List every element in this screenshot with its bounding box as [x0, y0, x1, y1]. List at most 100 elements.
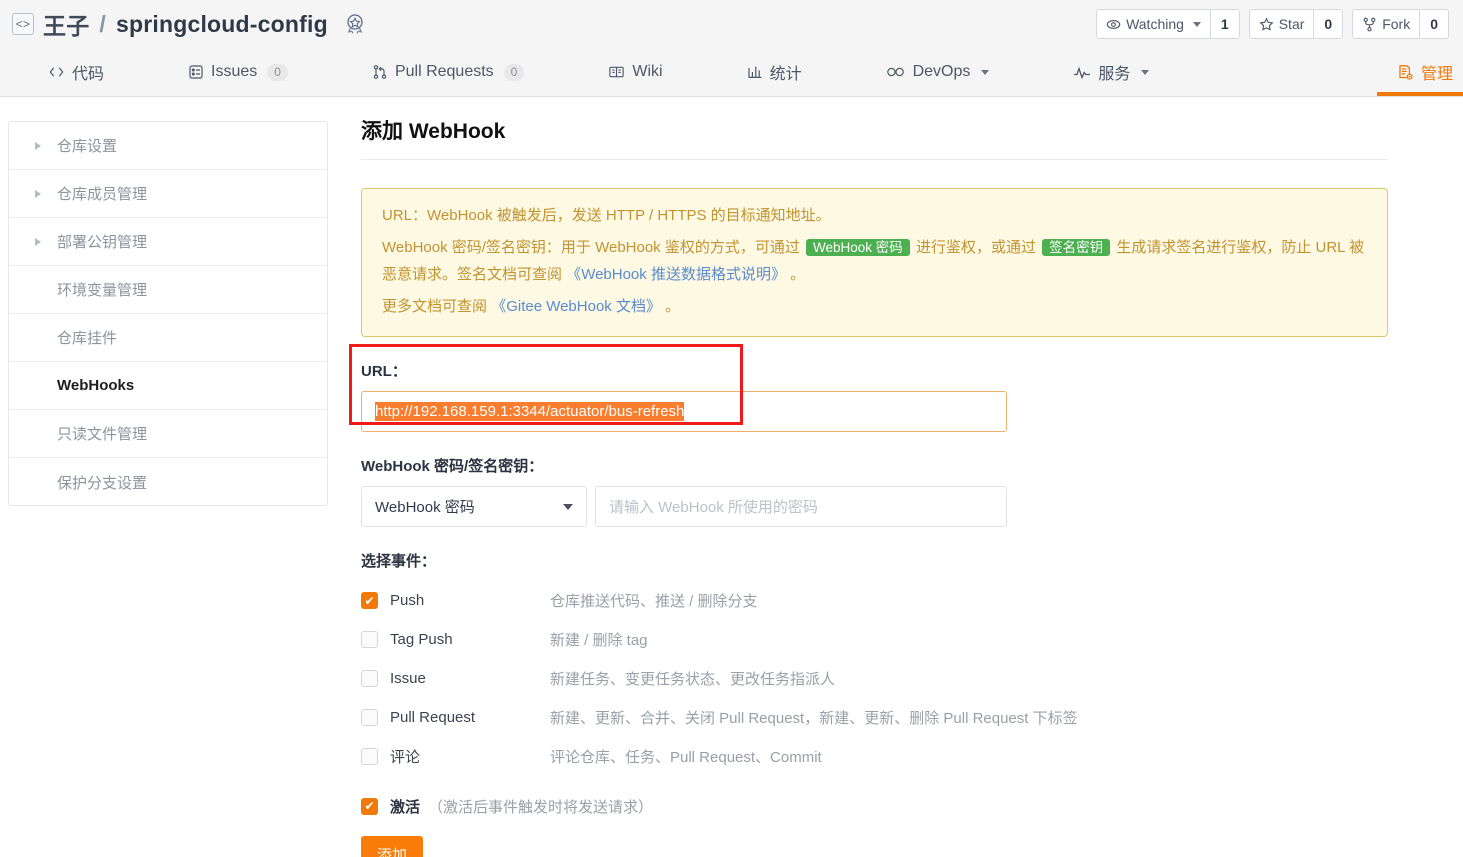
nav-tab-issues-count: 0: [267, 63, 288, 81]
star-button-group[interactable]: Star 0: [1248, 9, 1344, 39]
notice-line-3-part-a: 更多文档可查阅: [382, 297, 488, 315]
event-name: 评论: [390, 749, 421, 766]
notice-line-2-part-b: 进行鉴权，或通过: [915, 239, 1036, 257]
book-icon: [608, 64, 625, 80]
nav-tab-issues[interactable]: Issues 0: [178, 48, 298, 96]
sidebar-item-repo-settings[interactable]: 仓库设置: [9, 122, 327, 170]
url-input-value: http://192.168.159.1:3344/actuator/bus-r…: [375, 402, 685, 421]
sidebar-item-label: 保护分支设置: [57, 474, 148, 492]
events-label: 选择事件：: [361, 553, 437, 570]
issue-list-icon: [188, 64, 204, 80]
nav-tab-devops[interactable]: DevOps: [876, 48, 1000, 96]
event-desc: 新建 / 删除 tag: [550, 632, 648, 649]
webhook-help-notice: URL：WebHook 被触发后，发送 HTTP / HTTPS 的目标通知地址…: [361, 188, 1388, 337]
event-desc: 新建任务、变更任务状态、更改任务指派人: [550, 671, 836, 688]
checkbox-issue[interactable]: [361, 670, 378, 687]
infinity-icon: [886, 65, 906, 79]
secret-type-select[interactable]: WebHook 密码: [361, 486, 587, 527]
sidebar-item-readonly-files[interactable]: 只读文件管理: [9, 410, 327, 458]
chevron-right-icon: [35, 237, 41, 246]
nav-tab-wiki-label: Wiki: [632, 63, 663, 80]
nav-tab-statistics[interactable]: 统计: [737, 48, 812, 96]
add-webhook-button[interactable]: 添加: [361, 836, 423, 857]
chevron-down-icon: [1192, 21, 1201, 27]
repo-header: <> 王子 / springcloud-config Watching 1 St…: [0, 0, 1463, 48]
checkbox-pull-request[interactable]: [361, 709, 378, 726]
repo-owner-link[interactable]: 王子: [43, 7, 89, 41]
settings-sidebar: 仓库设置 仓库成员管理 部署公钥管理 环境变量管理 仓库挂件 WebHooks: [8, 121, 328, 506]
page-title: 添加 WebHook: [361, 115, 1388, 160]
nav-tab-statistics-label: 统计: [769, 66, 802, 83]
webhook-password-badge: WebHook 密码: [806, 239, 910, 257]
activate-row[interactable]: ✔ 激活 （激活后事件触发时将发送请求）: [361, 784, 1388, 828]
secret-type-value: WebHook 密码: [375, 499, 475, 516]
watch-button-group[interactable]: Watching 1: [1096, 9, 1240, 39]
url-input[interactable]: http://192.168.159.1:3344/actuator/bus-r…: [361, 391, 1007, 432]
sidebar-item-protected-branches[interactable]: 保护分支设置: [9, 458, 327, 506]
notice-line-2-part-a: WebHook 密码/签名密钥：用于 WebHook 鉴权的方式，可通过: [382, 239, 800, 257]
document-gear-icon: [1397, 64, 1414, 81]
chevron-down-icon: [981, 69, 990, 75]
sidebar-item-webhooks[interactable]: WebHooks: [9, 362, 327, 410]
code-brackets-icon: [48, 64, 65, 80]
sidebar-item-widgets[interactable]: 仓库挂件: [9, 314, 327, 362]
gitee-webhook-doc-link[interactable]: 《Gitee WebHook 文档》: [491, 298, 661, 315]
event-name: Pull Request: [390, 709, 476, 726]
star-button[interactable]: Star: [1250, 10, 1314, 38]
sidebar-item-label: 仓库设置: [57, 138, 118, 155]
push-data-format-link[interactable]: 《WebHook 推送数据格式说明》: [566, 266, 786, 283]
event-row-issue[interactable]: Issue 新建任务、变更任务状态、更改任务指派人: [361, 659, 1388, 698]
nav-tab-code[interactable]: 代码: [38, 48, 114, 96]
star-icon: [1259, 16, 1274, 31]
sidebar-item-label: 部署公钥管理: [57, 234, 148, 251]
nav-tab-devops-label: DevOps: [912, 63, 971, 80]
nav-tab-manage[interactable]: 管理: [1376, 48, 1463, 96]
event-name: Issue: [390, 670, 426, 687]
nav-tab-wiki[interactable]: Wiki: [598, 48, 672, 96]
repo-nav: 代码 Issues 0 Pull Requests 0 Wiki 统计 DevO…: [0, 48, 1463, 97]
sidebar-item-label: WebHooks: [57, 377, 135, 394]
event-row-tag-push[interactable]: Tag Push 新建 / 删除 tag: [361, 620, 1388, 659]
watch-count: 1: [1209, 10, 1239, 38]
page-content: 仓库设置 仓库成员管理 部署公钥管理 环境变量管理 仓库挂件 WebHooks: [0, 97, 1463, 857]
event-row-comment[interactable]: 评论 评论仓库、任务、Pull Request、Commit: [361, 737, 1388, 776]
main-panel: 添加 WebHook URL：WebHook 被触发后，发送 HTTP / HT…: [328, 97, 1463, 857]
chevron-down-icon: [1141, 69, 1150, 75]
chevron-right-icon: [35, 189, 41, 198]
sidebar-item-members[interactable]: 仓库成员管理: [9, 170, 327, 218]
chart-bar-icon: [747, 64, 763, 80]
event-desc: 评论仓库、任务、Pull Request、Commit: [550, 749, 822, 766]
fork-count: 0: [1419, 10, 1448, 38]
activate-label: 激活: [390, 798, 421, 816]
fork-icon: [1363, 17, 1376, 31]
nav-tab-pull-requests-label: Pull Requests: [394, 63, 494, 80]
nav-tab-pull-requests[interactable]: Pull Requests 0: [362, 48, 534, 96]
event-name: Tag Push: [390, 631, 453, 648]
checkbox-push[interactable]: ✔: [361, 592, 378, 609]
sidebar-item-label: 仓库成员管理: [57, 186, 148, 203]
sidebar-item-deploy-keys[interactable]: 部署公钥管理: [9, 218, 327, 266]
watch-label: Watching: [1126, 16, 1184, 32]
secret-field-label: WebHook 密码/签名密钥：: [361, 458, 544, 475]
notice-line-3: 更多文档可查阅 《Gitee WebHook 文档》 。: [382, 294, 1367, 320]
fork-button[interactable]: Fork: [1353, 10, 1419, 38]
nav-tab-services-label: 服务: [1098, 66, 1131, 83]
event-row-pull-request[interactable]: Pull Request 新建、更新、合并、关闭 Pull Request，新建…: [361, 698, 1388, 737]
secret-value-input[interactable]: 请输入 WebHook 所使用的密码: [595, 486, 1007, 527]
sidebar-item-env-variables[interactable]: 环境变量管理: [9, 266, 327, 314]
star-medal-icon: [343, 12, 367, 36]
event-row-push[interactable]: ✔ Push 仓库推送代码、推送 / 删除分支: [361, 581, 1388, 620]
fork-button-group[interactable]: Fork 0: [1352, 9, 1449, 39]
checkbox-activate[interactable]: ✔: [361, 797, 378, 815]
activate-desc: （激活后事件触发时将发送请求）: [428, 798, 654, 816]
nav-tab-pull-requests-count: 0: [503, 63, 525, 81]
repo-actions: Watching 1 Star 0 Fork 0: [1096, 9, 1449, 39]
checkbox-tag-push[interactable]: [361, 631, 378, 648]
checkbox-comment[interactable]: [361, 748, 378, 765]
nav-tab-services[interactable]: 服务: [1063, 48, 1159, 96]
repo-name-link[interactable]: springcloud-config: [116, 11, 328, 38]
watch-button[interactable]: Watching: [1097, 10, 1210, 38]
notice-line-3-part-b: 。: [665, 297, 681, 315]
repo-breadcrumb: <> 王子 / springcloud-config: [12, 7, 367, 41]
